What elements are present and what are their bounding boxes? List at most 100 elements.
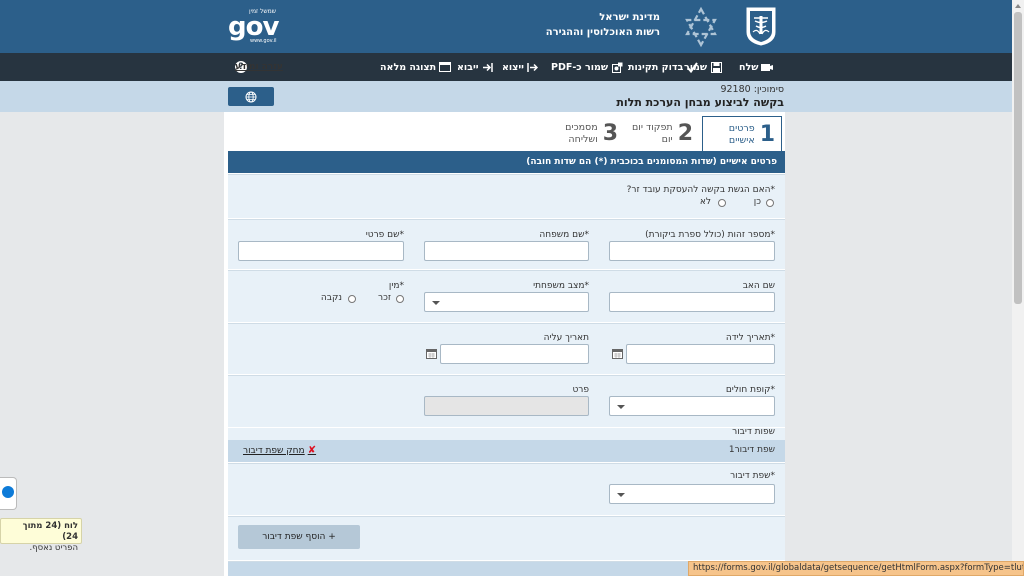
help-label: עזרה ומידע [235, 62, 283, 72]
scroll-thumb[interactable] [1014, 12, 1022, 304]
page-scrollbar[interactable] [1012, 0, 1024, 576]
calendar-icon[interactable] [612, 348, 623, 359]
gov-logo-url: www.gov.il [250, 38, 277, 44]
spoken-language-1-title: שפת דיבור1 [728, 445, 775, 455]
send-label: שלח [739, 61, 759, 73]
hmo-label: *קופת חולים [725, 385, 775, 395]
father-name-input[interactable] [609, 292, 775, 312]
aliyah-date-label: תאריך עליה [543, 333, 589, 343]
radio-no-label: לא [699, 197, 711, 207]
toolbar: שלח שמור בדוק תקינות שמור כ-PDF ייצוא יי… [0, 53, 1012, 81]
import-label: ייבוא [457, 61, 479, 73]
import-button[interactable]: ייבוא [457, 53, 494, 81]
org-name-line1: מדינת ישראל [599, 12, 660, 23]
last-name-input[interactable] [424, 241, 589, 261]
check-validity-label: בדוק תקינות [628, 61, 684, 73]
radio-no[interactable] [718, 199, 726, 207]
gov-logo[interactable]: שמשל זמין gov www.gov.il [228, 8, 280, 46]
language-button[interactable] [228, 87, 274, 106]
radio-male-label: זכר [378, 293, 391, 303]
spoken-languages-title: שפות דיבור [732, 427, 775, 437]
side-assistant-widget[interactable] [0, 477, 17, 510]
father-name-label: שם האב [742, 281, 775, 291]
spoken-language-row: *שפת דיבור [228, 463, 785, 515]
step-number: 3 [602, 121, 618, 146]
gov-logo-text: gov [228, 12, 279, 42]
last-name-label: *שם משפחה [539, 230, 589, 240]
delete-x-icon: ✘ [307, 445, 317, 456]
first-name-input[interactable] [238, 241, 404, 261]
marital-status-label: *מצב משפחתי [533, 281, 589, 291]
chevron-down-icon [617, 405, 625, 409]
hmo-row: *קופת חולים פרט [228, 375, 785, 427]
radio-yes-label: כן [753, 197, 761, 207]
section-header: פרטים אישיים (שדות המסומנים בכוכבית (*) … [228, 151, 785, 173]
status-bar-url: https://forms.gov.il/globaldata/getseque… [688, 561, 1024, 576]
dates-row: *תאריך לידה תאריך עליה [228, 323, 785, 374]
send-icon [761, 61, 774, 73]
save-pdf-button[interactable]: שמור כ-PDF [551, 53, 623, 81]
calendar-icon[interactable] [426, 348, 437, 359]
clipboard-tooltip-body: הפריט נאסף. [29, 543, 78, 553]
spoken-language-subheader: שפת דיבור1 ✘ מחק שפת דיבור [228, 440, 785, 462]
foreign-worker-row: *האם הגשת בקשה להעסקת עובד זר? כן לא [228, 174, 785, 218]
step-number: 1 [759, 121, 775, 147]
spoken-languages-title-row: שפות דיבור [228, 427, 785, 440]
radio-male[interactable] [396, 295, 404, 303]
id-number-label: *מספר זהות (כולל ספרת ביקורת) [645, 230, 775, 240]
step-label: מסמכים ושליחה [565, 122, 598, 145]
org-name-line2: רשות האוכלוסין וההגירה [545, 27, 660, 38]
birth-date-input[interactable] [626, 344, 775, 364]
teamviewer-icon [2, 486, 14, 498]
floppy-icon [710, 61, 722, 73]
birth-date-label: *תאריך לידה [725, 333, 775, 343]
hmo-select[interactable] [609, 396, 775, 416]
check-validity-button[interactable]: בדוק תקינות [628, 53, 698, 81]
save-pdf-label: שמור כ-PDF [551, 61, 609, 73]
chevron-down-icon [432, 301, 440, 305]
full-view-label: תצוגה מלאה [380, 61, 437, 73]
gender-label: *מין [388, 281, 404, 291]
scroll-up-arrow-icon[interactable] [1015, 4, 1021, 8]
foreign-worker-question: *האם הגשת בקשה להעסקת עובד זר? [626, 185, 775, 195]
step-tab-personal[interactable]: 1 פרטים אישיים [702, 116, 782, 152]
pdf-icon [611, 61, 623, 73]
marital-status-select[interactable] [424, 292, 589, 312]
spoken-language-label: *שפת דיבור [730, 471, 775, 481]
site-header: שמשל זמין gov www.gov.il מדינת ישראל רשו… [0, 0, 1012, 53]
family-row: שם האב *מצב משפחתי *מין זכר נקבה [228, 270, 785, 322]
radio-yes[interactable] [766, 199, 774, 207]
reference-number: סימוכין: 92180 [720, 84, 784, 95]
detail-input [424, 396, 589, 416]
import-icon [482, 61, 494, 73]
id-number-input[interactable] [609, 241, 775, 261]
page-title: בקשה לביצוע מבחן הערכת תלות [616, 96, 784, 109]
detail-label: פרט [572, 385, 589, 395]
full-view-button[interactable]: תצוגה מלאה [380, 53, 452, 81]
form-title-bar: סימוכין: 92180 בקשה לביצוע מבחן הערכת תל… [0, 81, 1012, 112]
org-name: מדינת ישראל רשות האוכלוסין וההגירה [520, 10, 660, 40]
export-button[interactable]: ייצוא [502, 53, 539, 81]
step-tab-daily-function[interactable]: 2 תפקוד יום יום [631, 116, 693, 152]
delete-language-label: מחק שפת דיבור [243, 445, 305, 456]
radio-female-label: נקבה [320, 293, 342, 303]
help-link[interactable]: ? עזרה ומידע [235, 53, 283, 81]
aliyah-date-input[interactable] [440, 344, 589, 364]
send-button[interactable]: שלח [739, 53, 774, 81]
export-icon [527, 61, 539, 73]
globe-icon [245, 91, 257, 102]
star-of-david-icon [685, 6, 717, 48]
clipboard-tooltip-title: לוח (24 מתוך 24) [22, 521, 78, 542]
step-tab-documents[interactable]: 3 מסמכים ושליחה [556, 116, 618, 152]
spoken-language-select[interactable] [609, 484, 775, 504]
clipboard-tooltip: לוח (24 מתוך 24) הפריט נאסף. [0, 518, 82, 553]
state-emblem-icon [746, 7, 776, 46]
delete-language-link[interactable]: ✘ מחק שפת דיבור [243, 445, 316, 456]
step-number: 2 [677, 121, 693, 146]
first-name-label: *שם פרטי [365, 230, 404, 240]
checkmark-icon [686, 61, 698, 73]
window-icon [439, 61, 452, 73]
export-label: ייצוא [502, 61, 524, 73]
add-language-button[interactable]: + הוסף שפת דיבור [238, 525, 360, 549]
radio-female[interactable] [348, 295, 356, 303]
